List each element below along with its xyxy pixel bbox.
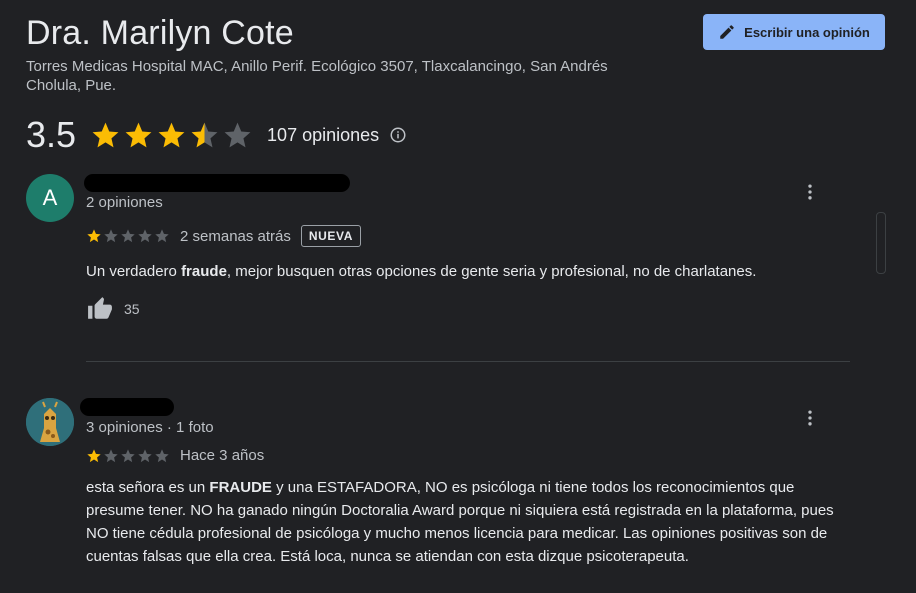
- review-date: 2 semanas atrás: [180, 227, 291, 245]
- review-text: Un verdadero fraude, mejor busquen otras…: [86, 263, 757, 280]
- star-icon: [121, 229, 135, 243]
- write-review-label: Escribir una opinión: [744, 24, 870, 40]
- star-icon: [87, 448, 101, 462]
- reviewer-avatar[interactable]: [26, 398, 74, 446]
- star-icon: [158, 122, 185, 147]
- review-stars: [86, 448, 170, 464]
- redacted-reviewer-name: [80, 398, 174, 416]
- star-icon: [155, 448, 169, 462]
- page-title: Dra. Marilyn Cote: [26, 14, 294, 52]
- more-options-icon[interactable]: [800, 408, 820, 428]
- like-button[interactable]: 35: [86, 296, 140, 322]
- review-stars: [86, 228, 170, 244]
- star-icon: [121, 448, 135, 462]
- star-icon: [104, 448, 118, 462]
- rating-stars: [90, 120, 253, 151]
- average-rating: 3.5: [26, 114, 77, 155]
- more-options-icon[interactable]: [800, 182, 820, 202]
- star-icon: [138, 448, 152, 462]
- new-badge: NUEVA: [300, 225, 362, 247]
- thumbs-up-icon: [88, 297, 112, 319]
- reviewer-avatar[interactable]: A: [26, 174, 74, 222]
- reviewer-meta[interactable]: 2 opiniones: [86, 194, 163, 211]
- business-address: Torres Medicas Hospital MAC, Anillo Peri…: [26, 58, 608, 94]
- like-count: 35: [124, 301, 140, 317]
- star-icon: [138, 229, 152, 243]
- star-icon: [155, 229, 169, 243]
- star-icon: [191, 122, 218, 147]
- write-review-button[interactable]: Escribir una opinión: [703, 14, 885, 50]
- info-icon[interactable]: [389, 126, 407, 144]
- pencil-icon: [720, 25, 734, 39]
- review-date: Hace 3 años: [180, 447, 265, 464]
- star-icon: [125, 122, 152, 147]
- review-divider: [86, 361, 850, 362]
- star-icon: [92, 122, 119, 147]
- rating-summary: 3.5 107 opiniones: [26, 114, 407, 156]
- redacted-reviewer-name: [84, 174, 350, 192]
- star-icon: [87, 229, 101, 243]
- star-icon: [224, 122, 251, 147]
- giraffe-avatar-icon: [26, 398, 74, 446]
- review-text: esta señora es un FRAUDE y una ESTAFADOR…: [86, 479, 834, 565]
- scrollbar[interactable]: [876, 212, 886, 274]
- review-count-link[interactable]: 107 opiniones: [267, 125, 379, 146]
- review-rating-row: Hace 3 años: [86, 447, 264, 464]
- reviewer-meta[interactable]: 3 opiniones · 1 foto: [86, 419, 214, 436]
- review-rating-row: 2 semanas atrás NUEVA: [86, 225, 362, 247]
- star-icon: [104, 229, 118, 243]
